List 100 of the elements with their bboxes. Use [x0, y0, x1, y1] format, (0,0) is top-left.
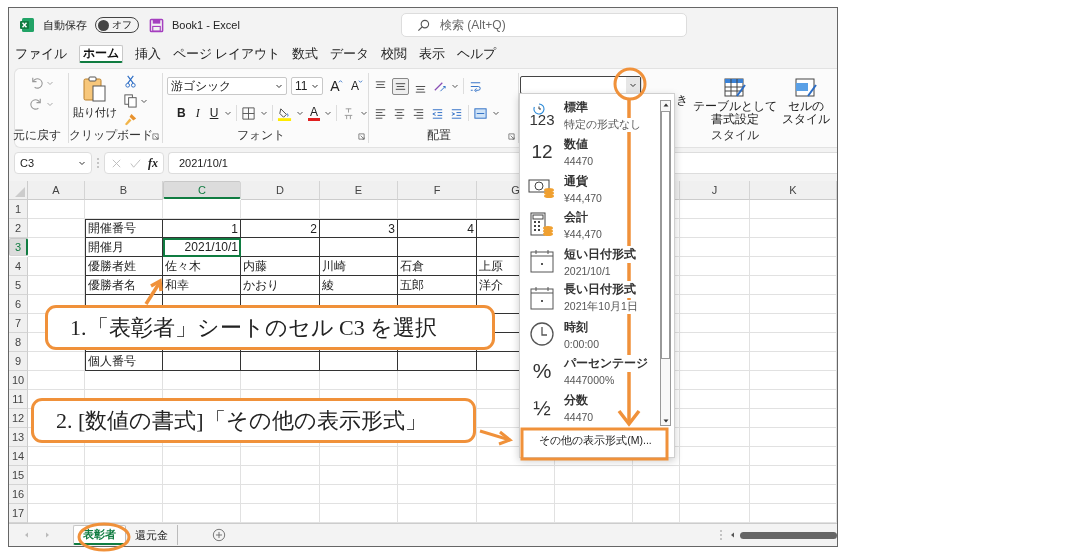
table-cell[interactable]: 1	[163, 219, 241, 238]
ribbon-tab[interactable]: ホーム	[79, 45, 123, 63]
table-cell[interactable]: 優勝者姓	[85, 257, 163, 276]
menu-item[interactable]: ½ 分数 44470	[520, 389, 660, 426]
table-cell[interactable]: 開催月	[85, 238, 163, 257]
format-painter-icon[interactable]	[123, 112, 138, 127]
select-all-button[interactable]	[9, 181, 28, 200]
grid-cell[interactable]	[398, 238, 477, 257]
ribbon-tab[interactable]: ヘルプ	[457, 43, 497, 65]
table-cell[interactable]: 3	[320, 219, 398, 238]
caret-icon[interactable]	[295, 109, 304, 117]
table-cell[interactable]: 個人番号	[85, 352, 163, 371]
launcher-icon[interactable]	[508, 133, 515, 140]
font-color-button[interactable]: A	[307, 105, 321, 121]
menu-item[interactable]: 123 標準 特定の形式なし	[520, 97, 660, 134]
add-sheet-icon[interactable]	[212, 528, 226, 542]
column-header[interactable]: K	[750, 181, 837, 200]
table-cell[interactable]: 綾	[320, 276, 398, 295]
row-header[interactable]: 5	[9, 276, 28, 295]
menu-item[interactable]: 会計 ¥44,470	[520, 206, 660, 243]
undo-icon[interactable]	[29, 75, 44, 90]
table-cell[interactable]: 優勝者名	[85, 276, 163, 295]
text-style-button[interactable]: I	[191, 104, 204, 122]
caret-icon[interactable]	[360, 109, 369, 117]
borders-icon[interactable]	[241, 105, 257, 121]
table-cell[interactable]: 川崎	[320, 257, 398, 276]
ribbon-tab[interactable]: 校閲	[381, 43, 408, 65]
button-label[interactable]: き	[676, 92, 688, 109]
launcher-icon[interactable]	[152, 133, 159, 140]
ribbon-tab[interactable]: ページ レイアウト	[173, 43, 281, 65]
caret-icon[interactable]	[311, 82, 319, 90]
row-header[interactable]: 2	[9, 219, 28, 238]
column-header[interactable]: A	[28, 181, 85, 200]
cell-styles-button[interactable]: セルの スタイル	[782, 76, 830, 126]
column-header[interactable]: J	[680, 181, 750, 200]
row-header[interactable]: 8	[9, 333, 28, 352]
table-cell[interactable]: 和幸	[163, 276, 241, 295]
launcher-icon[interactable]	[358, 133, 365, 140]
insert-function-button[interactable]: fx	[148, 155, 158, 171]
row-header[interactable]: 17	[9, 504, 28, 523]
grid-cell[interactable]	[398, 352, 477, 371]
align-middle-icon[interactable]	[392, 77, 409, 95]
column-header[interactable]: B	[85, 181, 163, 200]
caret-icon[interactable]	[260, 109, 269, 117]
ribbon-tab[interactable]: 数式	[292, 43, 319, 65]
increase-font-size-button[interactable]: A	[327, 77, 343, 95]
row-header[interactable]: 4	[9, 257, 28, 276]
previous-sheet-icon[interactable]	[23, 531, 31, 539]
row-header[interactable]: 16	[9, 485, 28, 504]
table-cell[interactable]: 内藤	[241, 257, 320, 276]
caret-icon[interactable]	[275, 82, 283, 90]
redo-icon[interactable]	[29, 96, 44, 111]
row-header[interactable]: 6	[9, 295, 28, 314]
scrollbar-track[interactable]	[660, 100, 671, 426]
decrease-font-size-button[interactable]: A	[347, 77, 363, 95]
ribbon-tab[interactable]: 表示	[419, 43, 446, 65]
more-number-formats-button[interactable]: その他の表示形式(M)...	[524, 428, 667, 454]
row-header[interactable]: 7	[9, 314, 28, 333]
row-header[interactable]: 1	[9, 200, 28, 219]
text-style-button[interactable]: U	[207, 104, 221, 122]
next-sheet-icon[interactable]	[43, 531, 51, 539]
ribbon-tab[interactable]: 挿入	[135, 43, 161, 65]
table-cell[interactable]: かおり	[241, 276, 320, 295]
row-header[interactable]: 11	[9, 390, 28, 409]
fill-color-icon[interactable]	[276, 105, 292, 121]
search-field[interactable]: 検索 (Alt+Q)	[401, 13, 687, 37]
column-header[interactable]: C	[163, 181, 241, 199]
scissors-icon[interactable]	[123, 74, 138, 89]
merge-cells-icon[interactable]	[473, 105, 488, 121]
font-size-field[interactable]: 11	[291, 77, 323, 95]
name-box[interactable]: C3	[14, 152, 92, 174]
scroll-left-icon[interactable]	[729, 531, 737, 539]
table-cell[interactable]: 2021/10/1	[163, 238, 241, 257]
scroll-down-icon[interactable]	[661, 417, 670, 425]
text-style-button[interactable]: B	[175, 104, 188, 122]
table-cell[interactable]: 石倉	[398, 257, 477, 276]
column-header[interactable]: F	[398, 181, 477, 200]
horizontal-scrollbar[interactable]	[729, 529, 837, 541]
table-cell[interactable]: 佐々木	[163, 257, 241, 276]
row-header[interactable]: 13	[9, 428, 28, 447]
menu-item[interactable]: % パーセンテージ 4447000%	[520, 352, 660, 389]
caret-icon[interactable]	[629, 81, 637, 89]
caret-icon[interactable]	[224, 109, 233, 117]
grid-cell[interactable]	[241, 238, 320, 257]
column-header[interactable]: D	[241, 181, 320, 200]
caret-icon[interactable]	[451, 82, 459, 90]
row-header[interactable]: 14	[9, 447, 28, 466]
grid-cell[interactable]	[241, 352, 320, 371]
grid-cell[interactable]	[163, 352, 241, 371]
row-header[interactable]: 10	[9, 371, 28, 390]
row-header[interactable]: 9	[9, 352, 28, 371]
ribbon-tab[interactable]: データ	[330, 43, 370, 65]
number-format-field[interactable]	[520, 76, 641, 94]
row-header[interactable]: 3	[9, 238, 28, 256]
table-cell[interactable]: 五郎	[398, 276, 477, 295]
menu-item[interactable]: 時刻 0:00:00	[520, 316, 660, 353]
caret-icon[interactable]	[492, 109, 500, 117]
table-cell[interactable]: 開催番号	[85, 219, 163, 238]
caret-icon[interactable]	[324, 109, 333, 117]
save-icon[interactable]	[149, 17, 164, 33]
